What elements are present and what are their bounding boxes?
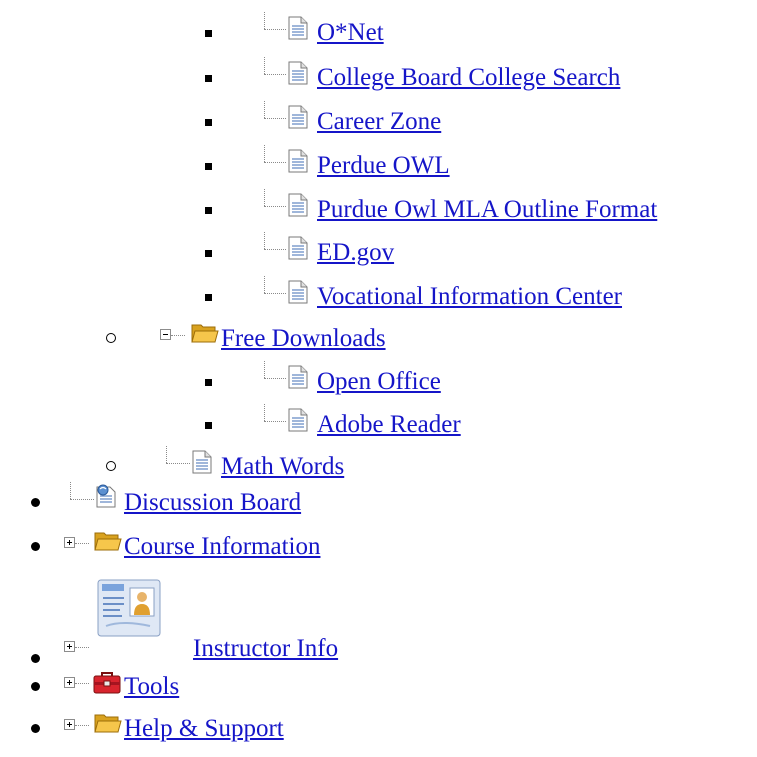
tree-item-help-support: Help & Support <box>0 708 757 748</box>
tree-item: Purdue Owl MLA Outline Format <box>0 189 757 229</box>
link-college-board[interactable]: College Board College Search <box>317 63 620 93</box>
folder-icon <box>94 712 122 739</box>
link-discussion-board[interactable]: Discussion Board <box>124 488 301 518</box>
tree-connector <box>62 666 94 696</box>
tree-item-free-downloads: Free Downloads <box>0 318 757 358</box>
square-bullet <box>205 119 212 126</box>
tree-item-math-words: Math Words <box>0 446 757 486</box>
link-adobe-reader[interactable]: Adobe Reader <box>317 410 461 440</box>
document-icon <box>288 408 308 437</box>
collapse-toggle-icon[interactable] <box>160 329 171 340</box>
tree-connector <box>256 189 288 219</box>
document-icon <box>288 280 308 309</box>
expand-toggle-icon[interactable] <box>64 537 75 548</box>
link-ed-gov[interactable]: ED.gov <box>317 238 394 268</box>
tree-connector <box>256 232 288 262</box>
square-bullet <box>205 207 212 214</box>
tree-connector <box>256 12 288 42</box>
circle-bullet <box>106 333 116 343</box>
course-menu-tree: O*Net College Board College Search Caree… <box>0 0 757 757</box>
square-bullet <box>205 294 212 301</box>
toolbox-icon <box>92 670 122 701</box>
disc-bullet <box>31 542 40 551</box>
expand-toggle-icon[interactable] <box>64 641 75 652</box>
square-bullet <box>205 379 212 386</box>
link-instructor-info[interactable]: Instructor Info <box>193 634 338 664</box>
tree-connector <box>62 482 94 512</box>
disc-bullet <box>31 682 40 691</box>
tree-connector <box>158 318 190 348</box>
link-math-words[interactable]: Math Words <box>221 452 344 482</box>
square-bullet <box>205 30 212 37</box>
tree-item: Vocational Information Center <box>0 276 757 316</box>
document-icon <box>288 61 308 90</box>
circle-bullet <box>106 461 116 471</box>
link-perdue-owl[interactable]: Perdue OWL <box>317 151 450 181</box>
tree-item-instructor-info: Instructor Info <box>0 570 757 668</box>
tree-item: Adobe Reader <box>0 404 757 444</box>
square-bullet <box>205 422 212 429</box>
tree-item-discussion-board: Discussion Board <box>0 482 757 522</box>
link-vocational-info[interactable]: Vocational Information Center <box>317 282 622 312</box>
tree-connector <box>256 276 288 306</box>
folder-open-icon <box>191 322 219 349</box>
tree-item: Perdue OWL <box>0 145 757 185</box>
link-course-information[interactable]: Course Information <box>124 532 320 562</box>
document-icon <box>288 236 308 265</box>
tree-item: College Board College Search <box>0 57 757 97</box>
link-onet[interactable]: O*Net <box>317 18 384 48</box>
tree-item: Career Zone <box>0 101 757 141</box>
id-card-icon <box>94 574 166 651</box>
link-open-office[interactable]: Open Office <box>317 367 441 397</box>
square-bullet <box>205 163 212 170</box>
document-icon <box>288 16 308 45</box>
document-icon <box>192 450 212 479</box>
discussion-icon <box>94 484 120 515</box>
document-icon <box>288 365 308 394</box>
disc-bullet <box>31 654 40 663</box>
link-tools[interactable]: Tools <box>124 672 179 702</box>
tree-connector <box>62 526 94 556</box>
tree-connector <box>256 404 288 434</box>
square-bullet <box>205 75 212 82</box>
tree-item-course-information: Course Information <box>0 526 757 566</box>
tree-connector <box>256 361 288 391</box>
tree-item-tools: Tools <box>0 666 757 706</box>
tree-connector <box>62 630 94 660</box>
expand-toggle-icon[interactable] <box>64 677 75 688</box>
tree-connector <box>256 145 288 175</box>
document-icon <box>288 105 308 134</box>
tree-item: O*Net <box>0 12 757 52</box>
tree-connector <box>256 57 288 87</box>
tree-connector <box>256 101 288 131</box>
link-career-zone[interactable]: Career Zone <box>317 107 441 137</box>
tree-connector <box>62 708 94 738</box>
folder-icon <box>94 530 122 557</box>
tree-connector <box>158 446 190 476</box>
link-purdue-mla[interactable]: Purdue Owl MLA Outline Format <box>317 195 657 225</box>
disc-bullet <box>31 498 40 507</box>
link-free-downloads[interactable]: Free Downloads <box>221 324 386 354</box>
expand-toggle-icon[interactable] <box>64 719 75 730</box>
tree-item: ED.gov <box>0 232 757 272</box>
link-help-support[interactable]: Help & Support <box>124 714 284 744</box>
document-icon <box>288 149 308 178</box>
document-icon <box>288 193 308 222</box>
square-bullet <box>205 250 212 257</box>
tree-item: Open Office <box>0 361 757 401</box>
disc-bullet <box>31 724 40 733</box>
